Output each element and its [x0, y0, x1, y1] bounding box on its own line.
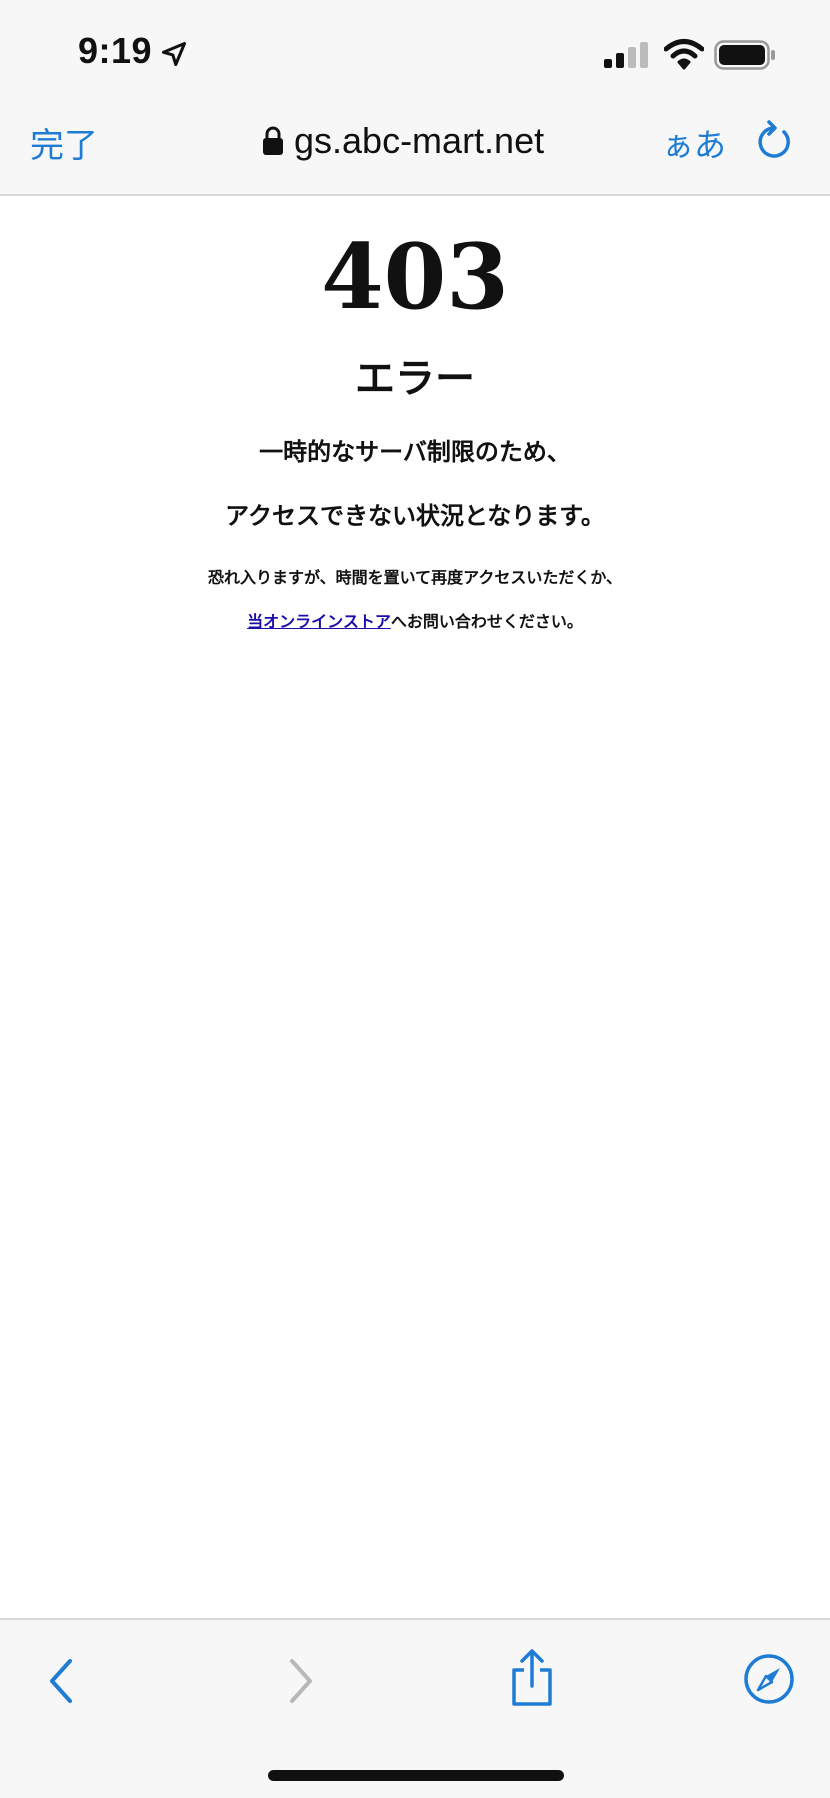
forward-icon [290, 1659, 312, 1703]
safari-compass-icon[interactable] [742, 1652, 796, 1706]
browser-bottom-toolbar [0, 1618, 830, 1798]
error-title: エラー [355, 355, 475, 402]
signal-icon [604, 42, 648, 68]
share-icon[interactable] [508, 1648, 556, 1708]
done-button[interactable]: 完了 [30, 118, 98, 167]
error-message-line1: 一時的なサーバ制限のため、 [259, 437, 571, 466]
back-icon[interactable] [44, 1656, 80, 1706]
note-line2-suffix: へお問い合わせください。 [390, 612, 583, 631]
error-message-line2: アクセスできない状況となります。 [225, 501, 605, 530]
lock-icon [263, 126, 283, 155]
note-line1: 恐れ入りますが、時間を置いて再度アクセスいただくか、 [207, 568, 623, 587]
reload-icon[interactable] [754, 118, 794, 162]
home-indicator [268, 1770, 564, 1781]
battery-icon [714, 40, 775, 70]
status-bar: 9:19 [0, 0, 830, 100]
text-size-button[interactable]: ぁあ [662, 120, 726, 166]
location-arrow-icon [161, 41, 187, 67]
wifi-icon [664, 39, 704, 70]
address-bar[interactable]: gs.abc-mart.net [262, 116, 544, 166]
note-line2: 当オンラインストアへお問い合わせください。 [0, 608, 830, 632]
error-code: 403 [321, 224, 509, 330]
online-store-link[interactable]: 当オンラインストア [247, 612, 391, 631]
status-time: 9:19 [78, 30, 153, 71]
browser-top-toolbar: 完了 gs.abc-mart.net ぁあ [0, 100, 830, 196]
url-text: gs.abc-mart.net [294, 120, 545, 161]
